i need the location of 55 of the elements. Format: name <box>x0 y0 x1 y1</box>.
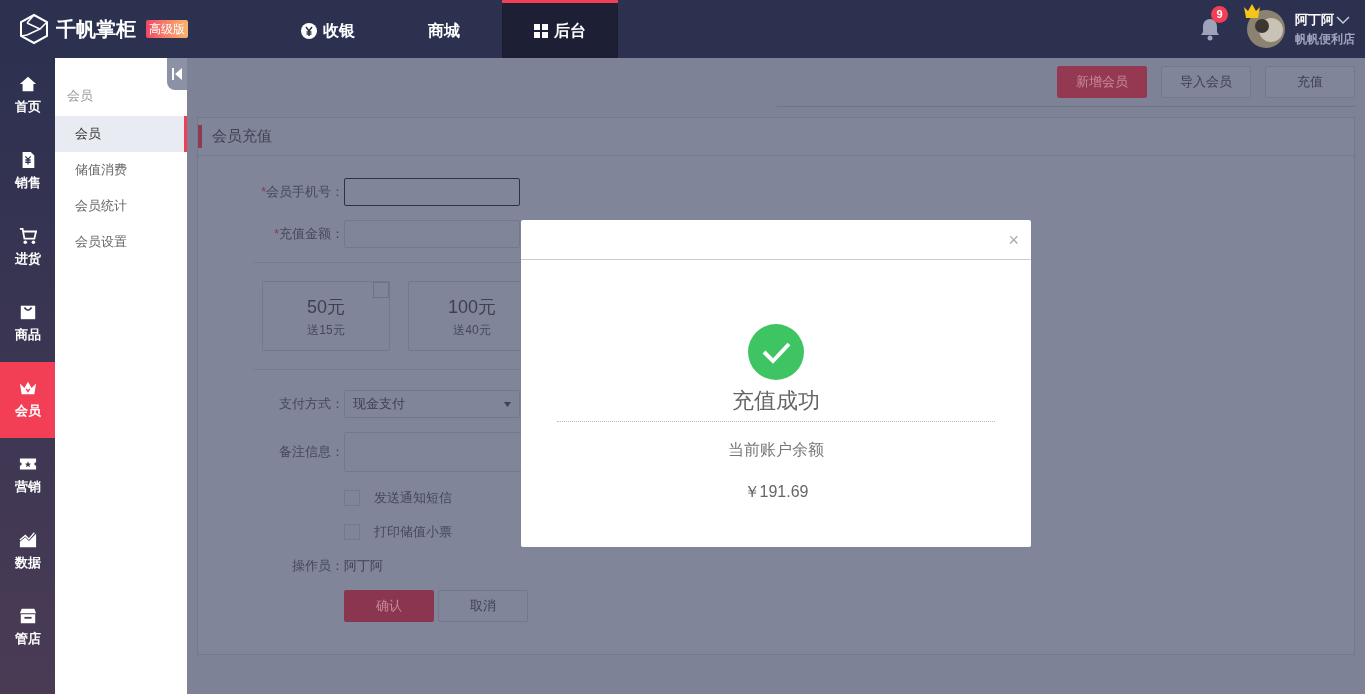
field-label: 操作员： <box>291 557 344 576</box>
cart-icon <box>18 227 37 246</box>
submenu-item[interactable]: 会员 <box>55 115 187 152</box>
sidebar-item[interactable]: 首页 <box>0 58 55 134</box>
store-icon <box>18 607 37 626</box>
card-title: 会员充值 <box>198 125 272 148</box>
package-amount: 50元 <box>307 295 345 319</box>
chart-icon <box>18 531 37 550</box>
submenu-item[interactable]: 会员设置 <box>55 223 187 260</box>
sidebar-item[interactable]: 会员 <box>0 362 55 438</box>
bag-icon <box>18 303 37 322</box>
note-field[interactable] <box>344 432 524 472</box>
user-name: 阿丁阿 <box>1295 11 1334 30</box>
field-label: 支付方式： <box>278 395 344 414</box>
submenu-item[interactable]: 会员统计 <box>55 187 187 224</box>
nav-tab[interactable]: 后台 <box>502 0 618 58</box>
sidebar-item[interactable]: 销售 <box>0 134 55 210</box>
field-label: 备注信息： <box>278 443 344 462</box>
sidebar-item[interactable]: 营销 <box>0 438 55 514</box>
crown-icon <box>1243 4 1261 18</box>
field-label: *会员手机号： <box>259 183 344 202</box>
package-bonus: 送40元 <box>453 321 491 339</box>
package-amount: 100元 <box>447 295 496 319</box>
sidebar-item[interactable]: 进货 <box>0 210 55 286</box>
sidebar-item[interactable]: 管店 <box>0 590 55 666</box>
logo-icon <box>18 13 50 45</box>
dropdown-icon <box>504 401 511 407</box>
operator-name: 阿丁阿 <box>344 557 383 576</box>
sidebar-item[interactable]: 数据 <box>0 514 55 590</box>
balance-label: 当前账户余额 <box>728 440 824 460</box>
notification-badge: 9 <box>1211 6 1228 23</box>
edition-badge: 高级版 <box>146 20 188 38</box>
nav-tab[interactable]: 收银 <box>270 0 386 58</box>
app-logo: 千帆掌柜 <box>56 17 136 42</box>
chevron-down-icon[interactable] <box>1336 15 1350 25</box>
shop-name: 帆帆便利店 <box>1295 30 1355 48</box>
collapse-icon[interactable] <box>172 68 182 80</box>
checkbox-label: 发送通知短信 <box>374 489 452 508</box>
bell-icon[interactable] <box>1199 17 1221 41</box>
grid-icon <box>534 23 548 38</box>
submenu-title: 会员 <box>66 87 94 105</box>
balance-amount: ￥191.69 <box>743 482 809 502</box>
package-bonus: 送15元 <box>307 321 345 339</box>
sidebar-item[interactable]: 商品 <box>0 286 55 362</box>
nav-tab[interactable]: 商城 <box>386 0 502 58</box>
checkbox-label: 打印储值小票 <box>374 523 452 542</box>
success-check-icon <box>748 324 804 380</box>
home-icon <box>18 75 37 94</box>
dialog-title: 充值成功 <box>732 387 820 415</box>
field-label: *充值金额： <box>272 225 344 244</box>
avatar[interactable] <box>1247 10 1285 48</box>
input-field[interactable] <box>344 178 520 206</box>
yen-icon <box>301 22 317 39</box>
submenu-item[interactable]: 储值消费 <box>55 151 187 188</box>
input-field[interactable] <box>344 220 520 248</box>
